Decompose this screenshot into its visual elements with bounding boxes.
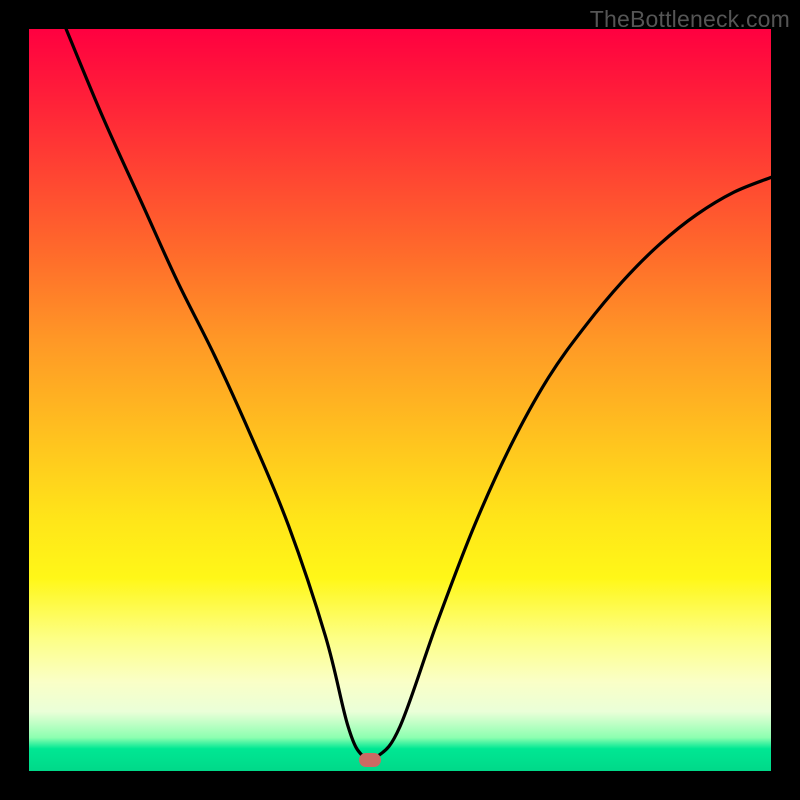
bottleneck-curve	[29, 29, 771, 771]
chart-frame: TheBottleneck.com	[0, 0, 800, 800]
optimum-marker	[359, 753, 381, 767]
plot-area	[29, 29, 771, 771]
watermark-text: TheBottleneck.com	[590, 6, 790, 33]
